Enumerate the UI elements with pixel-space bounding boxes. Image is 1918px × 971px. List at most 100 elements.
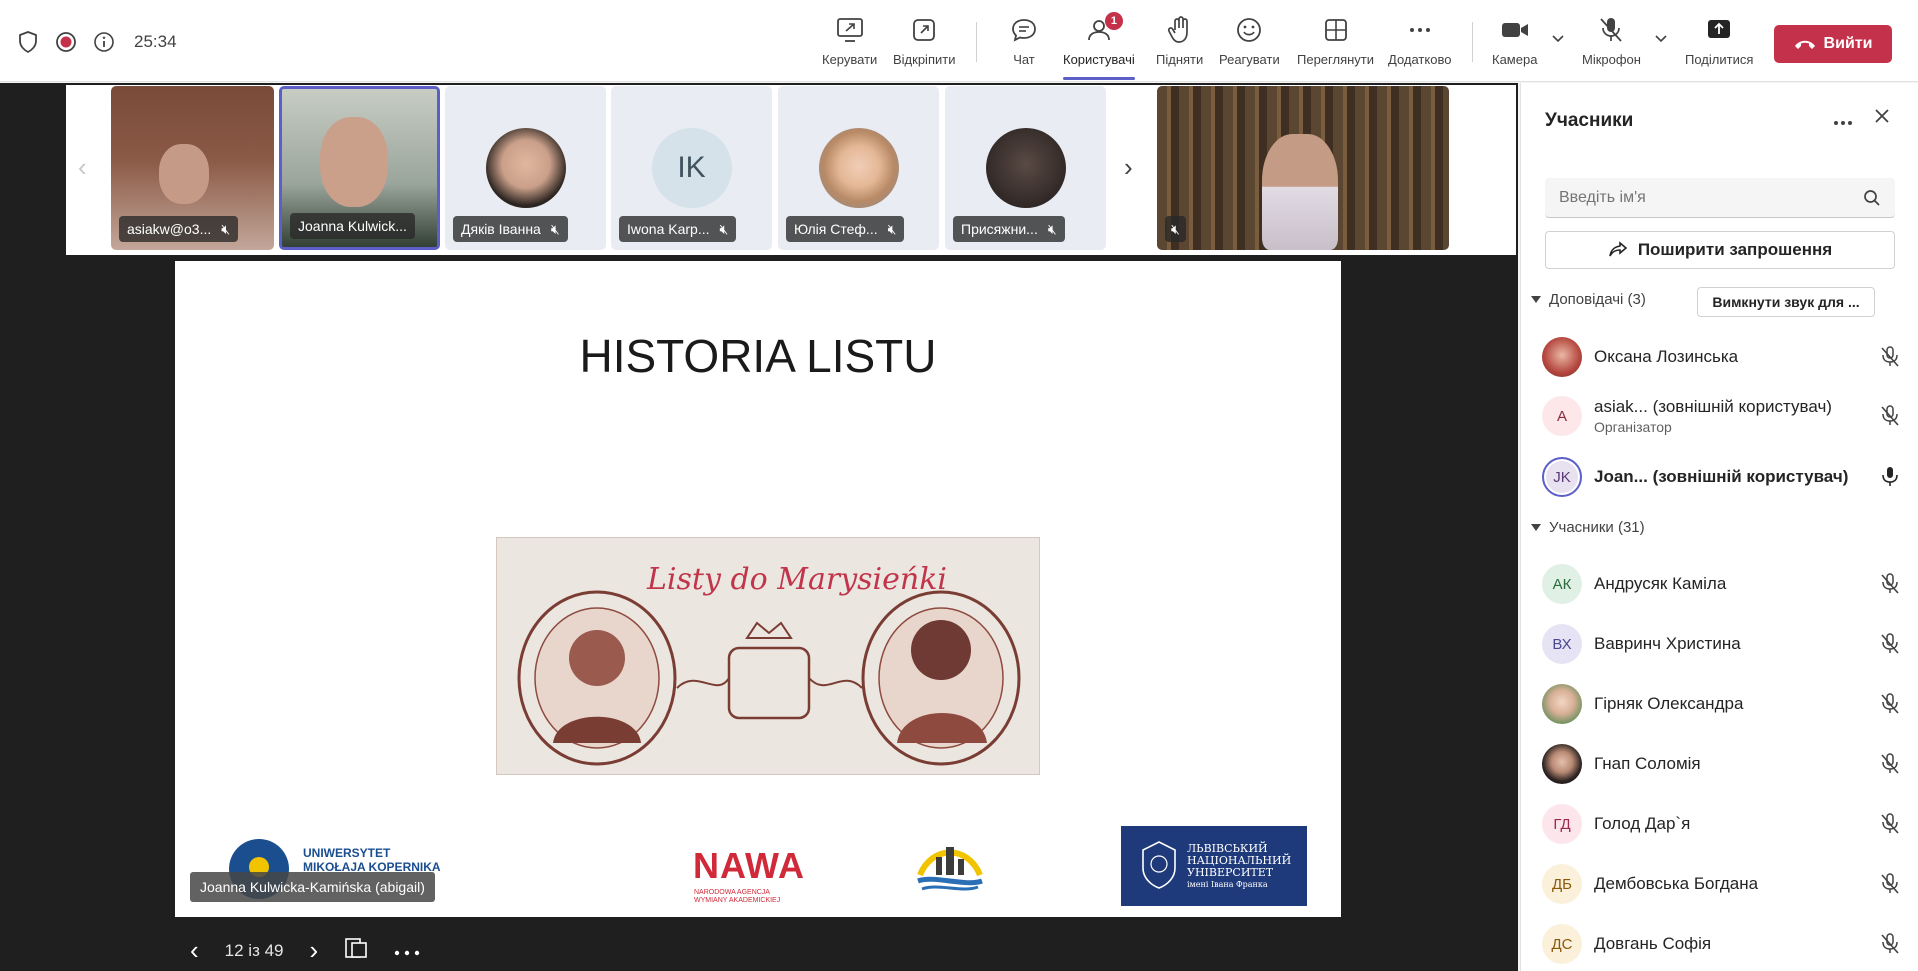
participant-row[interactable]: ВХ Вавринч Христина bbox=[1542, 618, 1902, 670]
mic-off-icon bbox=[1878, 572, 1902, 596]
close-icon[interactable] bbox=[1873, 107, 1891, 130]
slide-sorter-icon[interactable] bbox=[344, 937, 368, 964]
search-input[interactable] bbox=[1559, 188, 1849, 207]
avatar: ДС bbox=[1542, 924, 1582, 964]
next-slide-button[interactable]: › bbox=[310, 935, 319, 966]
letters-illustration: Listy do Marysieńki bbox=[496, 537, 1040, 775]
toolbar-divider bbox=[976, 22, 977, 62]
tile-name: Юлія Стеф... 🔇︎ bbox=[786, 216, 905, 242]
gallery-next-arrow[interactable]: › bbox=[1124, 152, 1133, 183]
mic-off-icon: 🔇︎ bbox=[550, 220, 560, 237]
avatar: ВХ bbox=[1542, 624, 1582, 664]
phone-hangup-icon bbox=[1794, 40, 1815, 49]
share-button[interactable]: Поділитися bbox=[1685, 14, 1753, 74]
tile-name: Iwona Karp... 🔇︎ bbox=[619, 216, 737, 242]
slide-more-icon[interactable] bbox=[394, 941, 420, 961]
camera-button[interactable]: Камера bbox=[1492, 14, 1537, 74]
unpin-button[interactable]: Відкріпити bbox=[893, 14, 955, 74]
avatar bbox=[1542, 744, 1582, 784]
avatar: ГД bbox=[1542, 804, 1582, 844]
presenter-name-tag: Joanna Kulwicka-Kamińska (abigail) bbox=[190, 872, 435, 902]
people-badge: 1 bbox=[1104, 12, 1123, 30]
chevron-down-icon bbox=[1655, 35, 1667, 43]
caret-down-icon bbox=[1531, 523, 1541, 531]
chat-button[interactable]: Чат bbox=[1010, 14, 1038, 74]
video-tile[interactable]: asiakw@o3... 🔇︎ bbox=[111, 86, 274, 250]
video-tile[interactable]: Дяків Іванна 🔇︎ bbox=[445, 86, 606, 250]
avatar bbox=[818, 128, 899, 208]
view-button[interactable]: Переглянути bbox=[1297, 14, 1374, 74]
avatar: A bbox=[1542, 396, 1582, 436]
participant-row[interactable]: Гірняк Олександра bbox=[1542, 678, 1902, 730]
video-tile[interactable]: Юлія Стеф... 🔇︎ bbox=[778, 86, 939, 250]
participant-row[interactable]: АК Андрусяк Каміла bbox=[1542, 558, 1902, 610]
avatar bbox=[485, 128, 566, 208]
pop-out-icon bbox=[911, 14, 937, 46]
gallery-prev-arrow[interactable]: ‹ bbox=[78, 152, 87, 183]
avatar bbox=[985, 128, 1066, 208]
mic-off-icon bbox=[1878, 872, 1902, 896]
mic-off-icon bbox=[1878, 345, 1902, 369]
participant-row[interactable]: Оксана Лозинська bbox=[1542, 331, 1902, 383]
mic-off-icon bbox=[1878, 812, 1902, 836]
share-invite-button[interactable]: Поширити запрошення bbox=[1545, 231, 1895, 269]
recording-icon[interactable] bbox=[54, 30, 78, 54]
attendees-section-header[interactable]: Учасники (31) bbox=[1531, 519, 1645, 536]
participant-video bbox=[1262, 134, 1338, 250]
city-logo-graphic bbox=[917, 847, 983, 891]
active-tab-indicator bbox=[1063, 77, 1135, 80]
search-icon[interactable] bbox=[1863, 189, 1881, 207]
participant-row[interactable]: ДБ Дембовська Богдана bbox=[1542, 858, 1902, 910]
prev-slide-button[interactable]: ‹ bbox=[190, 935, 199, 966]
shield-icon[interactable] bbox=[16, 30, 40, 54]
participant-row-speaking[interactable]: JK Joan... (зовнішній користувач) bbox=[1542, 451, 1902, 503]
mic-off-icon: 🔇︎ bbox=[887, 220, 897, 237]
illustration-caption: Listy do Marysieńki bbox=[647, 562, 947, 597]
lnu-logo-text: ЛЬВІВСЬКИЙ НАЦІОНАЛЬНИЙ УНІВЕРСИТЕТ імен… bbox=[1187, 842, 1292, 890]
avatar bbox=[1542, 337, 1582, 377]
video-tile[interactable]: IK Iwona Karp... 🔇︎ bbox=[611, 86, 772, 250]
lnu-logo: ЛЬВІВСЬКИЙ НАЦІОНАЛЬНИЙ УНІВЕРСИТЕТ імен… bbox=[1121, 826, 1307, 906]
screen-share-icon bbox=[836, 14, 864, 46]
chat-icon bbox=[1010, 14, 1038, 46]
slide-pager: ‹ 12 із 49 › bbox=[190, 935, 420, 966]
participant-row[interactable]: A asiak... (зовнішній користувач) Органі… bbox=[1542, 390, 1902, 442]
mic-off-icon: 🔇︎ bbox=[1047, 220, 1057, 237]
shared-slide: HISTORIA LISTU Listy do Marysieńki UNIWE… bbox=[175, 261, 1341, 917]
info-icon[interactable] bbox=[92, 30, 116, 54]
video-tile[interactable]: Присяжни... 🔇︎ bbox=[945, 86, 1106, 250]
tile-name: Joanna Kulwick... bbox=[290, 213, 415, 239]
tile-name: Присяжни... 🔇︎ bbox=[953, 216, 1065, 242]
mute-all-button[interactable]: Вимкнути звук для ... bbox=[1697, 287, 1875, 317]
raise-hand-button[interactable]: Підняти bbox=[1156, 14, 1203, 74]
toolbar-status: 25:34 bbox=[16, 30, 177, 54]
leave-button[interactable]: Вийти bbox=[1774, 25, 1892, 63]
nawa-logo-subtext: NARODOWA AGENCJA WYMIANY AKADEMICKIEJ bbox=[694, 889, 781, 904]
tile-name: asiakw@o3... 🔇︎ bbox=[119, 216, 239, 242]
participant-row[interactable]: ДС Довгань Софія bbox=[1542, 918, 1902, 970]
mic-off-icon bbox=[1878, 632, 1902, 656]
people-button[interactable]: 1 Користувачі bbox=[1063, 12, 1135, 80]
mic-button[interactable]: Мікрофон bbox=[1582, 14, 1641, 74]
toolbar-divider bbox=[1472, 22, 1473, 62]
self-video-tile[interactable]: 🔇︎ bbox=[1157, 86, 1449, 250]
umk-logo-text: UNIWERSYTET MIKOŁAJA KOPERNIKA bbox=[303, 846, 441, 874]
mic-off-icon bbox=[1878, 404, 1902, 428]
panel-title: Учасники bbox=[1545, 110, 1634, 131]
avatar: JK bbox=[1542, 457, 1582, 497]
share-tray-icon bbox=[1705, 14, 1733, 46]
panel-more-icon[interactable] bbox=[1833, 113, 1853, 131]
participant-video bbox=[159, 144, 209, 204]
manage-button[interactable]: Керувати bbox=[822, 14, 877, 74]
participant-row[interactable]: ГД Голод Дар`я bbox=[1542, 798, 1902, 850]
hand-icon bbox=[1167, 14, 1193, 46]
more-button[interactable]: Додатково bbox=[1388, 14, 1451, 74]
presenters-section-header[interactable]: Доповідачі (3) bbox=[1531, 291, 1646, 308]
participant-row[interactable]: Гнап Соломія bbox=[1542, 738, 1902, 790]
video-tile-active-speaker[interactable]: Joanna Kulwick... bbox=[279, 86, 440, 250]
react-button[interactable]: Реагувати bbox=[1219, 14, 1280, 74]
chevron-down-icon bbox=[1552, 35, 1564, 43]
nawa-logo: NAWA bbox=[693, 845, 805, 886]
tile-name: Дяків Іванна 🔇︎ bbox=[453, 216, 568, 242]
camera-icon bbox=[1500, 14, 1530, 46]
